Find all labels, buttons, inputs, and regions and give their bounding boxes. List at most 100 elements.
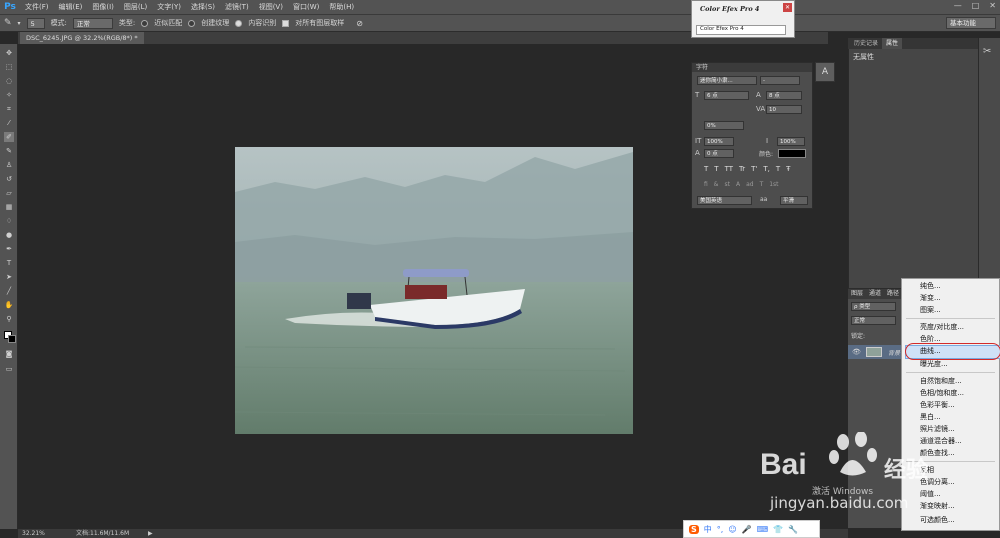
strikethrough-button[interactable]: Ŧ — [786, 165, 790, 173]
pressure-icon[interactable]: ⊘ — [356, 19, 363, 28]
gradient-tool-icon[interactable]: ▦ — [4, 202, 14, 212]
zoom-tool-icon[interactable]: ⚲ — [4, 314, 14, 324]
menu-select[interactable]: 选择(S) — [186, 0, 220, 14]
healing-brush-tool-icon[interactable]: ✐ — [4, 132, 14, 142]
tab-properties[interactable]: 属性 — [882, 38, 903, 49]
menu-filter[interactable]: 滤镜(T) — [220, 0, 254, 14]
menu-item-exposure[interactable]: 曝光度... — [920, 359, 948, 370]
horizontal-scale-field[interactable]: 100% — [777, 137, 805, 146]
menu-item-hue-saturation[interactable]: 色相/饱和度... — [920, 388, 964, 399]
menu-help[interactable]: 帮助(H) — [324, 0, 359, 14]
faux-bold-button[interactable]: T — [704, 165, 708, 173]
menu-item-black-white[interactable]: 黑白... — [920, 412, 941, 423]
radio-content-aware[interactable] — [235, 19, 243, 27]
tools-icon[interactable]: ✂ — [983, 46, 991, 57]
menu-item-color-balance[interactable]: 色彩平衡... — [920, 400, 955, 411]
underline-button[interactable]: T — [776, 165, 780, 173]
history-brush-tool-icon[interactable]: ↺ — [4, 174, 14, 184]
font-size-field[interactable]: 6 点 — [704, 91, 749, 100]
tab-history[interactable]: 历史记录 — [850, 38, 882, 49]
menu-item-solid-color[interactable]: 纯色... — [920, 281, 941, 292]
status-arrow-icon[interactable]: ▶ — [148, 529, 153, 538]
blend-mode-select[interactable]: 正常 — [851, 316, 896, 325]
tab-layers[interactable]: 图层 — [851, 289, 863, 299]
menu-file[interactable]: 文件(F) — [20, 0, 54, 14]
color-efex-subtitle[interactable]: Color Efex Pro 4 — [696, 25, 786, 35]
maximize-button[interactable]: □ — [972, 1, 980, 10]
brush-size-picker[interactable]: 5 — [26, 17, 45, 29]
antialias-select[interactable]: 平滑 — [780, 196, 808, 205]
ordinal-button[interactable]: T — [760, 181, 764, 188]
faux-italic-button[interactable]: T — [714, 165, 718, 173]
language-select[interactable]: 美国英语 — [697, 196, 752, 205]
baseline-field[interactable]: 0 点 — [704, 149, 734, 158]
visibility-eye-icon[interactable]: 👁 — [852, 348, 861, 356]
zoom-level[interactable]: 32.21% — [22, 529, 45, 538]
ime-voice-icon[interactable]: 🎤 — [742, 525, 752, 534]
menu-image[interactable]: 图像(I) — [87, 0, 119, 14]
dodge-tool-icon[interactable]: ● — [4, 230, 14, 240]
vertical-scale-field[interactable]: 100% — [704, 137, 734, 146]
leading-field[interactable]: 8 点 — [766, 91, 802, 100]
minimize-button[interactable]: — — [954, 1, 962, 10]
stylistic-button[interactable]: ad — [746, 181, 754, 188]
document-tab[interactable]: DSC_6245.JPG @ 32.2%(RGB/8*) * — [20, 32, 144, 44]
color-efex-close-icon[interactable]: ✕ — [783, 3, 792, 12]
brush-tool-icon[interactable]: ✎ — [4, 146, 14, 156]
character-panel-header[interactable]: 字符 — [692, 63, 812, 72]
tab-paths[interactable]: 路径 — [887, 289, 899, 299]
menu-item-brightness-contrast[interactable]: 亮度/对比度... — [920, 322, 964, 333]
text-color-swatch[interactable] — [778, 149, 806, 158]
menu-item-pattern[interactable]: 图案... — [920, 305, 941, 316]
marquee-tool-icon[interactable]: ⬚ — [4, 62, 14, 72]
menu-view[interactable]: 视图(V) — [254, 0, 288, 14]
background-color-swatch[interactable] — [8, 335, 16, 343]
screen-mode-icon[interactable]: ▭ — [4, 364, 14, 374]
crop-tool-icon[interactable]: ⌗ — [4, 104, 14, 114]
menu-item-gradient[interactable]: 渐变... — [920, 293, 941, 304]
layer-row-background[interactable]: 👁 背景 — [848, 345, 901, 359]
menu-edit[interactable]: 编辑(E) — [54, 0, 88, 14]
close-button[interactable]: ✕ — [989, 1, 996, 10]
quick-mask-icon[interactable]: ◙ — [4, 349, 14, 359]
ime-chinese-mode[interactable]: 中 — [704, 524, 712, 535]
chevron-down-icon[interactable]: ▾ — [18, 20, 21, 27]
fraction-button[interactable]: 1st — [769, 181, 778, 188]
canvas-photo[interactable] — [235, 147, 633, 434]
clone-stamp-tool-icon[interactable]: ♙ — [4, 160, 14, 170]
radio-create-texture[interactable] — [188, 19, 196, 27]
quick-select-tool-icon[interactable]: ✧ — [4, 90, 14, 100]
small-caps-button[interactable]: Tr — [739, 165, 745, 173]
pen-tool-icon[interactable]: ✒ — [4, 244, 14, 254]
layer-filter-select[interactable]: ρ 类型 — [851, 302, 896, 311]
ime-punctuation-icon[interactable]: °, — [717, 525, 724, 534]
menu-window[interactable]: 窗口(W) — [288, 0, 324, 14]
subscript-button[interactable]: T, — [763, 165, 770, 173]
menu-type[interactable]: 文字(Y) — [152, 0, 186, 14]
ligature-button[interactable]: fi — [704, 181, 708, 188]
menu-item-vibrance[interactable]: 自然饱和度... — [920, 376, 962, 387]
lasso-tool-icon[interactable]: ◌ — [4, 76, 14, 86]
tracking-field[interactable]: 10 — [766, 105, 802, 114]
eyedropper-tool-icon[interactable]: ⁄ — [4, 118, 14, 128]
blur-tool-icon[interactable]: ♢ — [4, 216, 14, 226]
workspace-switcher[interactable]: 基本功能 — [946, 17, 996, 29]
hand-tool-icon[interactable]: ✋ — [4, 300, 14, 310]
ime-emoji-icon[interactable]: ☺ — [728, 525, 736, 534]
all-caps-button[interactable]: TT — [725, 165, 733, 173]
path-select-tool-icon[interactable]: ➤ — [4, 272, 14, 282]
swash-button[interactable]: & — [714, 181, 719, 188]
titling-button[interactable]: A — [736, 181, 740, 188]
tab-channels[interactable]: 通道 — [869, 289, 881, 299]
menu-layer[interactable]: 图层(L) — [119, 0, 152, 14]
font-style-select[interactable]: - — [760, 76, 800, 85]
sogou-logo-icon[interactable]: S — [689, 524, 699, 534]
character-panel-collapsed-icon[interactable]: A — [815, 62, 835, 82]
shape-tool-icon[interactable]: ╱ — [4, 286, 14, 296]
move-tool-icon[interactable]: ✥ — [4, 48, 14, 58]
type-tool-icon[interactable]: T — [4, 258, 14, 268]
patch-tool-icon[interactable]: ✎ — [4, 18, 12, 28]
font-family-select[interactable]: 迷你简小隶... — [697, 76, 757, 85]
eraser-tool-icon[interactable]: ▱ — [4, 188, 14, 198]
color-efex-window[interactable]: Color Efex Pro 4 ✕ Color Efex Pro 4 — [691, 0, 795, 38]
